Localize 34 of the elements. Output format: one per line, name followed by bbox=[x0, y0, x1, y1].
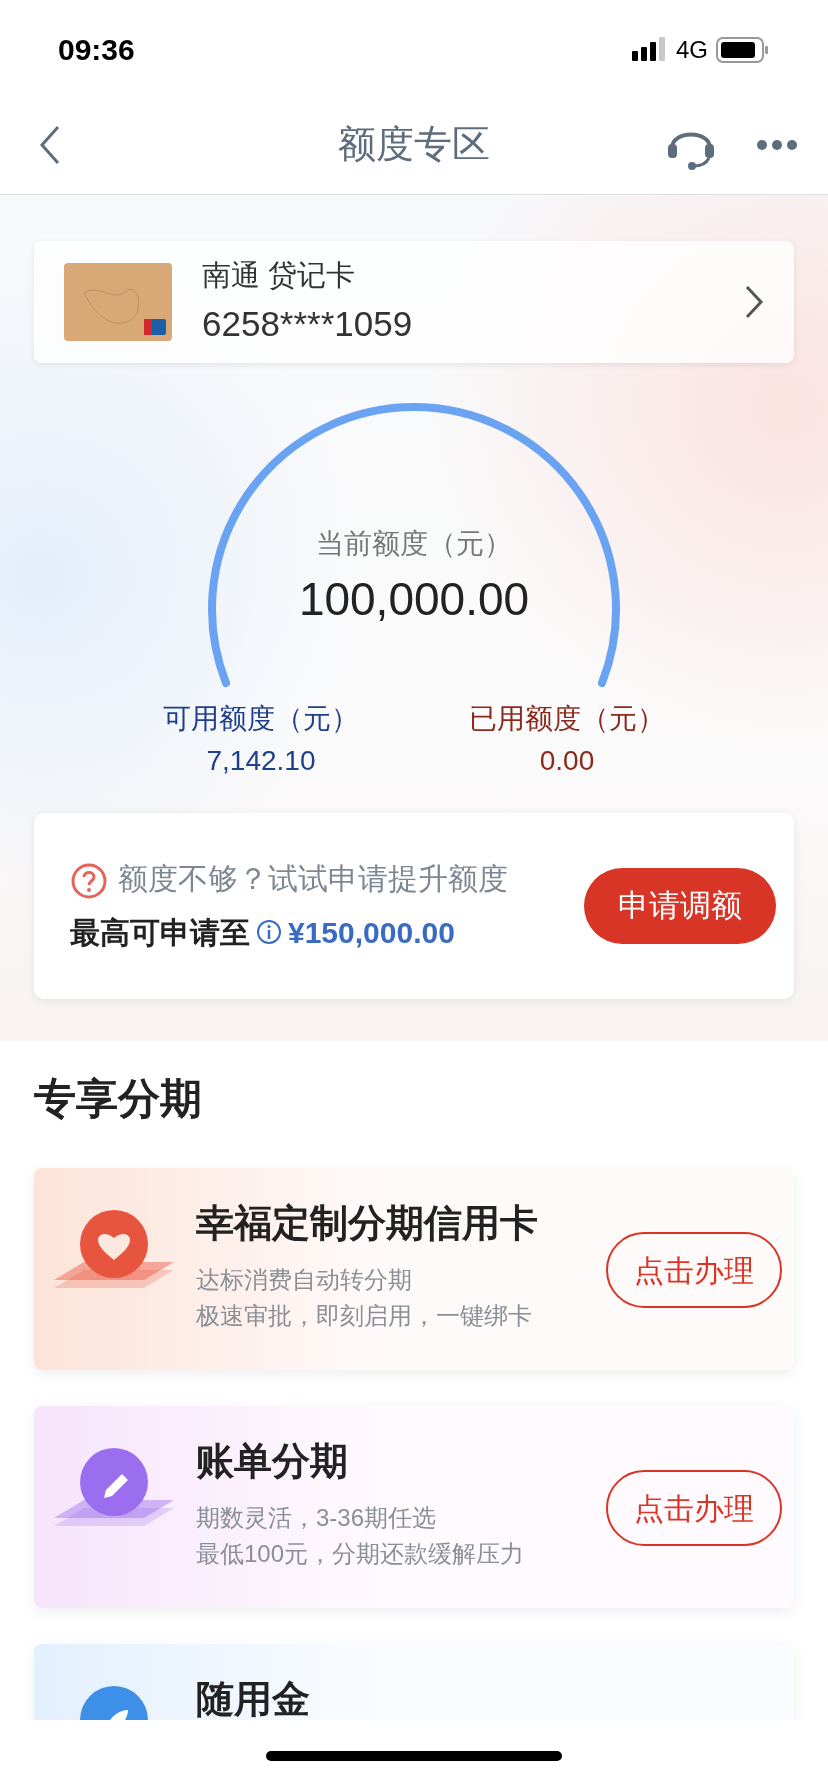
back-icon bbox=[38, 124, 62, 165]
gauge-amount: 100,000.00 bbox=[298, 572, 530, 627]
battery-icon bbox=[716, 36, 770, 63]
used-amount: 0.00 bbox=[539, 744, 595, 778]
more-icon[interactable] bbox=[756, 138, 798, 151]
product-description: 最低100元，分期还款缓解压力 bbox=[196, 1539, 526, 1569]
limit-prompt: 额度不够？试试申请提升额度 bbox=[118, 860, 509, 897]
max-limit-amount: ¥150,000.00 bbox=[288, 914, 455, 951]
product-description: 期数灵活，3-36期任选 bbox=[196, 1503, 438, 1533]
product-title: 幸福定制分期信用卡 bbox=[196, 1201, 539, 1246]
apply-increase-button[interactable]: 申请调额 bbox=[584, 868, 776, 944]
max-limit-label: 最高可申请至 bbox=[70, 914, 250, 951]
help-icon bbox=[70, 861, 108, 900]
status-time: 09:36 bbox=[58, 32, 135, 68]
used-label: 已用额度（元） bbox=[469, 702, 665, 736]
chevron-right-icon bbox=[744, 285, 764, 319]
network-label: 4G bbox=[676, 34, 708, 65]
available-amount: 7,142.10 bbox=[206, 744, 316, 778]
section-title: 专享分期 bbox=[34, 1074, 203, 1124]
page-title: 额度专区 bbox=[338, 122, 490, 167]
product-description: 达标消费自动转分期 bbox=[196, 1265, 413, 1295]
bank-card-row[interactable]: 南通 贷记卡 6258****1059 bbox=[34, 241, 794, 363]
bank-card-icon bbox=[64, 263, 172, 341]
available-label: 可用额度（元） bbox=[163, 702, 359, 736]
gauge-label: 当前额度（元） bbox=[316, 527, 512, 561]
signal-icon bbox=[632, 36, 668, 63]
product-title: 账单分期 bbox=[196, 1439, 349, 1484]
info-icon bbox=[256, 919, 282, 945]
product-description: 极速审批，即刻启用，一键绑卡 bbox=[196, 1301, 533, 1331]
apply-product-button[interactable]: 点击办理 bbox=[606, 1232, 782, 1308]
card-number: 6258****1059 bbox=[202, 302, 413, 345]
card-name: 南通 贷记卡 bbox=[202, 258, 357, 293]
product-title: 随用金 bbox=[196, 1677, 311, 1720]
apply-product-button[interactable]: 点击办理 bbox=[606, 1470, 782, 1546]
